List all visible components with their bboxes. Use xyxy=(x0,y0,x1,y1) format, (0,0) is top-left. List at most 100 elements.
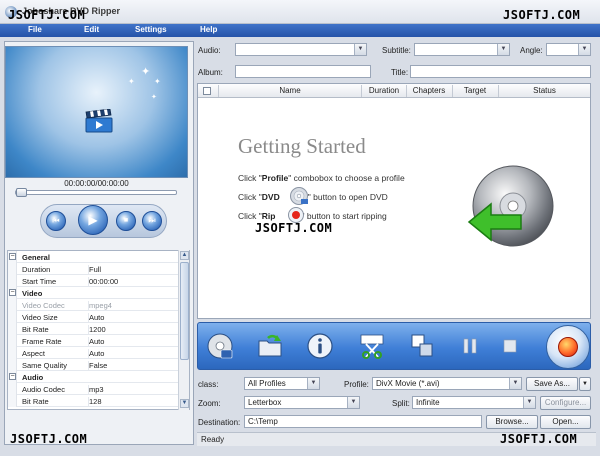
next-button[interactable]: ⏭ xyxy=(142,211,162,231)
chevron-down-icon[interactable]: ▼ xyxy=(354,44,366,55)
play-icon: ▶ xyxy=(88,213,98,227)
stop-playback-button[interactable]: ■ xyxy=(116,211,136,231)
split-select[interactable]: Infinite ▼ xyxy=(412,396,536,409)
sparkle-icon: ✦ xyxy=(141,66,151,78)
chevron-down-icon[interactable]: ▼ xyxy=(509,378,521,389)
stop-icon: ■ xyxy=(123,217,129,224)
column-duration[interactable]: Duration xyxy=(362,86,406,95)
stop-icon[interactable] xyxy=(496,332,524,360)
disc-arrow-icon xyxy=(467,165,554,247)
album-label: Album: xyxy=(198,68,223,77)
rip-button[interactable] xyxy=(546,325,590,369)
save-as-menu-button[interactable]: ▼ xyxy=(579,377,591,391)
previous-button[interactable]: ⏮ xyxy=(46,211,66,231)
property-row: Video Codec mpeg4 xyxy=(8,299,179,311)
properties-scrollbar[interactable]: ▲ ▼ xyxy=(178,250,189,410)
property-row[interactable]: Frame Rate Auto xyxy=(8,335,179,347)
merge-icon[interactable] xyxy=(408,332,436,360)
column-chapters[interactable]: Chapters xyxy=(407,86,451,95)
sparkle-icon: ✦ xyxy=(128,77,135,86)
property-row[interactable]: Aspect Auto xyxy=(8,347,179,359)
property-row[interactable]: Audio Codec mp3 xyxy=(8,383,179,395)
watermark-center: JSOFTJ.COM xyxy=(255,221,333,235)
chevron-down-icon[interactable]: ▼ xyxy=(497,44,509,55)
file-table[interactable]: Name Duration Chapters Target Status Get… xyxy=(197,83,591,319)
property-row[interactable]: Bit Rate 128 xyxy=(8,395,179,407)
property-row[interactable]: Bit Rate 1200 xyxy=(8,323,179,335)
pause-icon[interactable] xyxy=(456,332,484,360)
chevron-down-icon[interactable]: ▼ xyxy=(578,44,590,55)
cut-icon[interactable] xyxy=(358,332,386,360)
zoom-select[interactable]: Letterbox ▼ xyxy=(244,396,360,409)
play-button[interactable]: ▶ xyxy=(78,205,108,235)
properties-grid: − General Duration Full Start Time 00:00… xyxy=(7,250,190,410)
scroll-down-icon[interactable]: ▼ xyxy=(180,399,189,408)
sparkle-icon: ✦ xyxy=(151,94,157,101)
collapse-icon[interactable]: − xyxy=(9,289,16,296)
video-preview: ✦ ✦ ✦ ✦ xyxy=(5,46,188,178)
open-button[interactable]: Open... xyxy=(540,415,591,429)
menu-file[interactable]: File xyxy=(28,25,42,34)
dvd-icon[interactable] xyxy=(206,332,234,360)
subtitle-select[interactable]: ▼ xyxy=(414,43,510,56)
chevron-down-icon[interactable]: ▼ xyxy=(523,397,535,408)
configure-button[interactable]: Configure... xyxy=(540,396,591,410)
chevron-down-icon[interactable]: ▼ xyxy=(347,397,359,408)
angle-label: Angle: xyxy=(520,46,543,55)
next-icon: ⏭ xyxy=(148,216,156,225)
property-group-audio[interactable]: − Audio xyxy=(8,371,179,383)
seek-thumb[interactable] xyxy=(16,188,27,197)
property-row[interactable]: Same Quality False xyxy=(8,359,179,371)
time-readout: 00:00:00/00:00:00 xyxy=(64,179,129,188)
destination-label: Destination: xyxy=(198,418,241,427)
menu-edit[interactable]: Edit xyxy=(84,25,99,34)
profile-select[interactable]: DivX Movie (*.avi) ▼ xyxy=(372,377,522,390)
class-label: class: xyxy=(198,380,219,389)
status-text: Ready xyxy=(201,435,225,444)
chevron-down-icon[interactable]: ▼ xyxy=(307,378,319,389)
angle-select[interactable]: ▼ xyxy=(546,43,591,56)
collapse-icon[interactable]: − xyxy=(9,253,16,260)
zoom-label: Zoom: xyxy=(198,399,221,408)
property-row[interactable]: Video Size Auto xyxy=(8,311,179,323)
collapse-icon[interactable]: − xyxy=(9,373,16,380)
column-target[interactable]: Target xyxy=(453,86,497,95)
sparkle-icon: ✦ xyxy=(154,77,161,86)
album-input[interactable] xyxy=(235,65,371,78)
rip-icon xyxy=(558,337,578,357)
browse-button[interactable]: Browse... xyxy=(486,415,538,429)
save-as-button[interactable]: Save As... xyxy=(526,377,578,391)
class-select[interactable]: All Profiles ▼ xyxy=(244,377,320,390)
hint-dvd: Click "DVD " button to open DVD xyxy=(238,192,388,202)
watermark-top-left: JSOFTJ.COM xyxy=(8,8,86,22)
menu-bar: File Edit Settings Help xyxy=(0,24,600,37)
title-input[interactable] xyxy=(410,65,591,78)
watermark-bottom-left: JSOFTJ.COM xyxy=(10,432,88,446)
scroll-thumb[interactable] xyxy=(180,262,189,360)
watermark-bottom-right: JSOFTJ.COM xyxy=(500,432,578,446)
title-label: Title: xyxy=(391,68,409,77)
open-folder-icon[interactable] xyxy=(256,332,284,360)
menu-help[interactable]: Help xyxy=(200,25,217,34)
column-name[interactable]: Name xyxy=(219,86,361,95)
property-group-video[interactable]: − Video xyxy=(8,287,179,299)
column-status[interactable]: Status xyxy=(499,86,590,95)
audio-label: Audio: xyxy=(198,46,221,55)
chevron-down-icon: ▼ xyxy=(582,381,588,387)
destination-input[interactable]: C:\Temp xyxy=(244,415,482,428)
split-label: Split: xyxy=(392,399,410,408)
action-toolbar xyxy=(197,322,591,370)
menu-settings[interactable]: Settings xyxy=(135,25,167,34)
select-all-checkbox[interactable] xyxy=(203,87,211,95)
scroll-up-icon[interactable]: ▲ xyxy=(180,251,189,260)
info-icon[interactable] xyxy=(306,332,334,360)
seek-bar[interactable] xyxy=(15,190,177,195)
audio-select[interactable]: ▼ xyxy=(235,43,367,56)
property-row[interactable]: Start Time 00:00:00 xyxy=(8,275,179,287)
hint-rip: Click "Rip " button to start ripping xyxy=(238,211,387,221)
previous-icon: ⏮ xyxy=(52,216,60,225)
property-group-general[interactable]: − General xyxy=(8,251,179,263)
table-header: Name Duration Chapters Target Status xyxy=(198,84,590,98)
dvd-icon xyxy=(290,187,308,205)
property-row[interactable]: Duration Full xyxy=(8,263,179,275)
